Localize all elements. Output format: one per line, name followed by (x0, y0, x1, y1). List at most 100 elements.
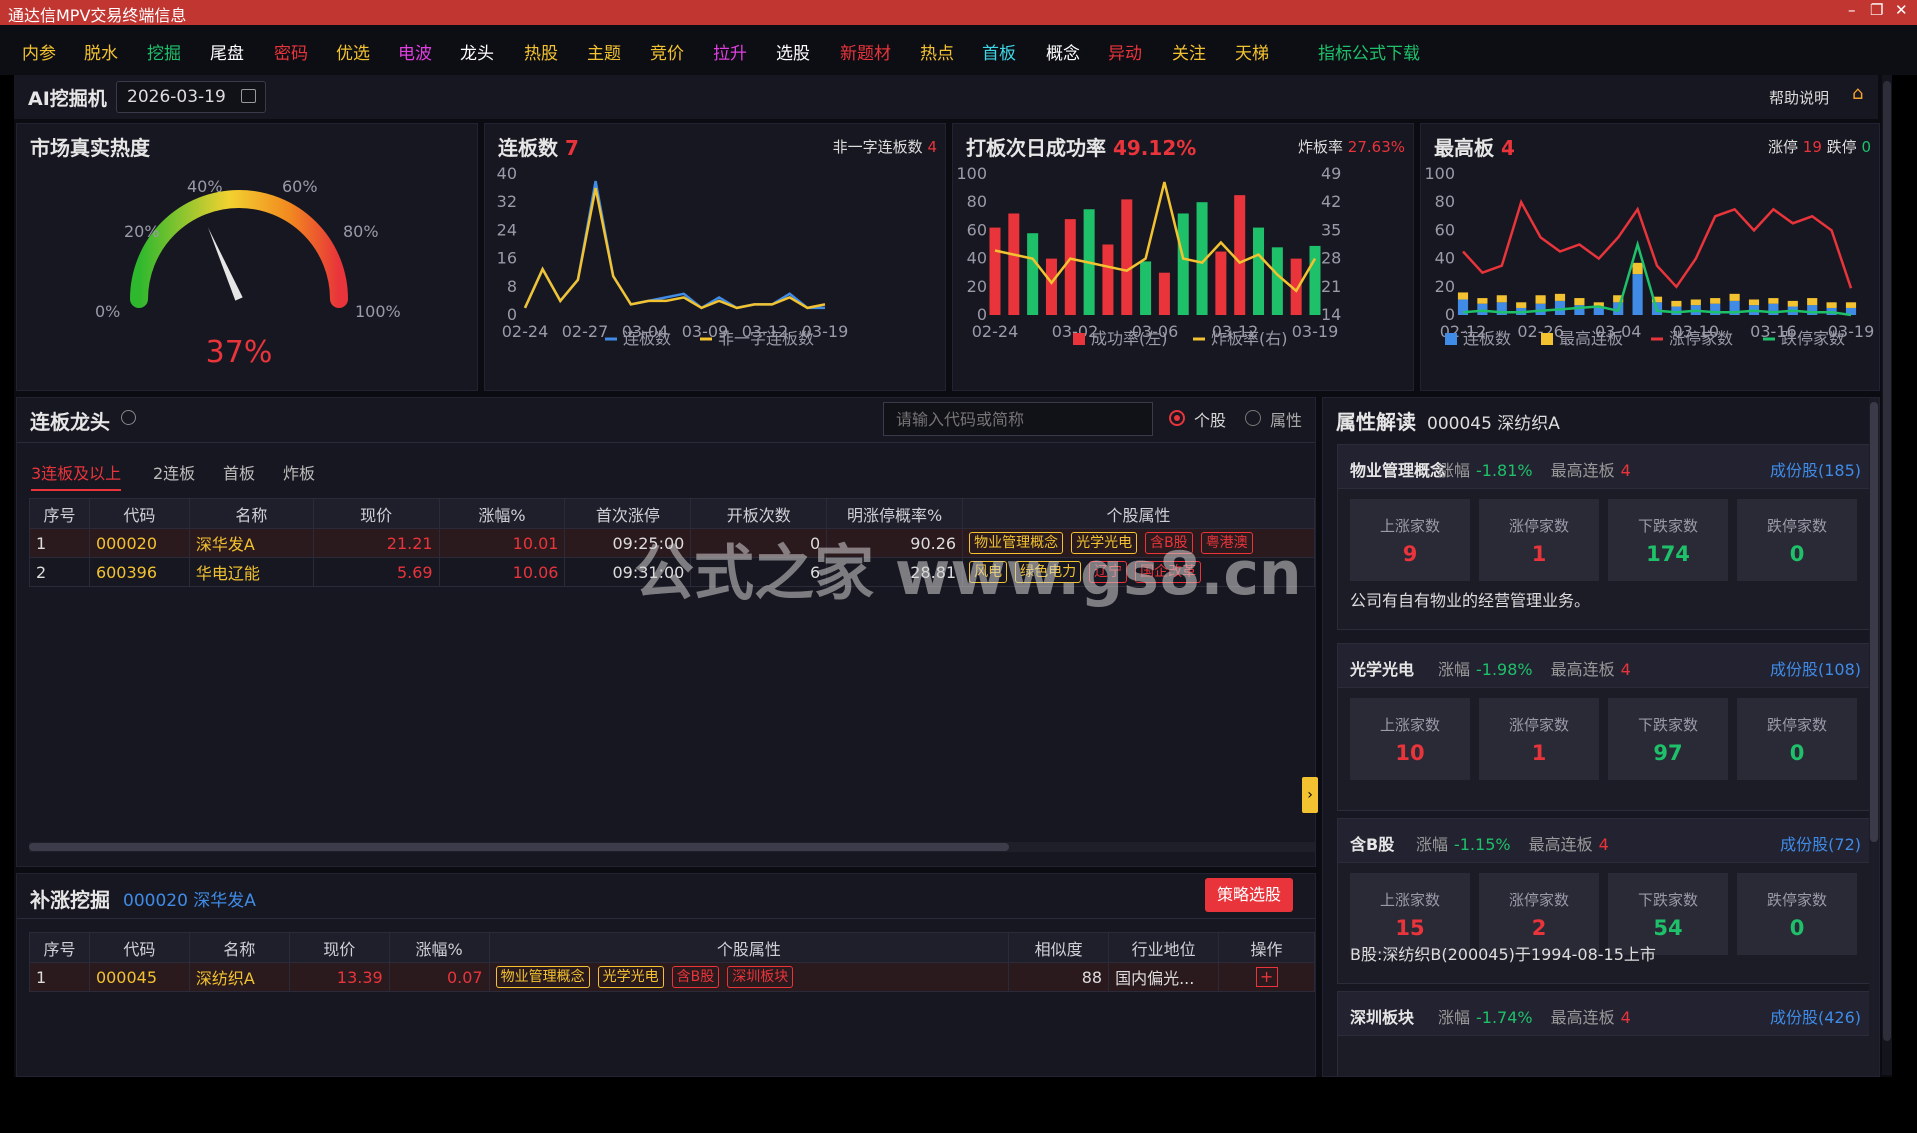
col-header[interactable]: 现价 (288, 932, 390, 963)
menu-item-18[interactable]: 关注 (1172, 39, 1206, 64)
col-header[interactable]: 代码 (88, 932, 190, 963)
stat-box-zt: 涨停家数 1 (1479, 499, 1599, 581)
menu-item-10[interactable]: 竞价 (650, 39, 684, 64)
search-input[interactable] (883, 402, 1153, 436)
bar-success (1234, 195, 1246, 315)
tab-3lianban[interactable]: 3连板及以上 (31, 460, 122, 491)
divider (17, 442, 1315, 443)
members-link[interactable]: 成份股(426) (1770, 1004, 1861, 1028)
tab-shouban[interactable]: 首板 (223, 460, 255, 484)
menu-item-6[interactable]: 电波 (398, 39, 432, 64)
bar-success (1027, 233, 1039, 315)
menu-item-3[interactable]: 尾盘 (210, 39, 244, 64)
section-header: 光学光电 涨幅 -1.98% 最高连板 4 成份股(108) (1338, 644, 1873, 688)
y-tick-label: 40 (497, 164, 517, 183)
stat-box-up: 上涨家数 9 (1350, 499, 1470, 581)
menu-item-11[interactable]: 拉升 (713, 39, 747, 64)
menu-item-19[interactable]: 天梯 (1235, 39, 1269, 64)
menu-item-13[interactable]: 新题材 (840, 39, 891, 64)
col-header[interactable]: 明涨停概率% (826, 498, 964, 529)
bar-success (1271, 247, 1283, 315)
h-scrollbar-track[interactable] (29, 842, 1315, 852)
col-header[interactable]: 现价 (312, 498, 440, 529)
buzhang-table: 序号 代码 名称 现价 涨幅% 个股属性 相似度 行业地位 操作 1 000045 深纺织A 13.39… (29, 932, 1315, 992)
col-header[interactable]: 个股属性 (962, 498, 1315, 529)
menu-item-8[interactable]: 热股 (524, 39, 558, 64)
menu-item-20[interactable]: 指标公式下载 (1318, 39, 1420, 64)
menu-item-7[interactable]: 龙头 (460, 39, 494, 64)
menu-item-9[interactable]: 主题 (587, 39, 621, 64)
legend-label: 非一字连板数 (718, 329, 814, 348)
date-picker[interactable]: 2026-03-19 (116, 81, 266, 113)
h-scrollbar-thumb[interactable] (29, 843, 1009, 851)
col-header[interactable]: 开板次数 (690, 498, 828, 529)
main-scrollbar-thumb[interactable] (1883, 81, 1891, 1041)
radio-stock[interactable] (1169, 410, 1185, 426)
heat-value: 37% (206, 335, 273, 370)
y-tick-label: 40 (967, 249, 987, 268)
menu-item-0[interactable]: 内参 (22, 39, 56, 64)
members-link[interactable]: 成份股(72) (1780, 831, 1861, 855)
minimize-button[interactable]: – (1848, 1, 1856, 19)
tab-2lianban[interactable]: 2连板 (153, 460, 195, 484)
menu-item-4[interactable]: 密码 (274, 39, 308, 64)
radio-stock-label[interactable]: 个股 (1194, 407, 1226, 431)
col-header[interactable]: 涨幅% (438, 498, 566, 529)
main-scrollbar-track[interactable] (1882, 75, 1892, 1075)
highest-panel: 最高板 4 涨停 19 跌停 0 100 80 60 40 20 0 02-12 02-26 0… (1420, 123, 1880, 391)
col-header[interactable]: 操作 (1218, 932, 1315, 963)
attr-section: 深圳板块 涨幅 -1.74% 最高连板 4 成份股(426) (1337, 991, 1874, 1076)
col-header[interactable]: 代码 (88, 498, 190, 529)
concept-chg: 涨幅 -1.74% 最高连板 4 (1438, 1008, 1631, 1027)
help-link[interactable]: 帮助说明 (1769, 87, 1829, 108)
col-header[interactable]: 相似度 (1008, 932, 1110, 963)
series-line-zt (1462, 199, 1853, 289)
v-scrollbar-track[interactable] (1869, 398, 1879, 1076)
stat-label: 上涨家数 (1379, 716, 1440, 734)
table-row[interactable]: 1 000045 深纺织A 13.39 0.07 物业管理概念 光学光电 含B股 深圳板块 88 国… (29, 962, 1315, 992)
expand-arrow-icon[interactable]: › (1302, 777, 1318, 813)
menu-item-5[interactable]: 优选 (336, 39, 370, 64)
members-link[interactable]: 成份股(108) (1770, 656, 1861, 680)
close-button[interactable]: ✕ (1895, 1, 1908, 19)
y-tick-label: 60 (1435, 220, 1455, 239)
members-link[interactable]: 成份股(185) (1770, 457, 1861, 481)
watermark-text: 公式之家 www.gs8.cn (634, 539, 1302, 609)
title-bar: 通达信MPV交易终端信息 – ❐ ✕ (0, 0, 1917, 25)
col-header[interactable]: 首次涨停 (564, 498, 692, 529)
attribute-tag[interactable]: 光学光电 (597, 966, 664, 988)
menu-item-16[interactable]: 概念 (1046, 39, 1080, 64)
strategy-button[interactable]: 策略选股 (1205, 878, 1293, 912)
menu-item-1[interactable]: 脱水 (84, 39, 118, 64)
menu-item-15[interactable]: 首板 (982, 39, 1016, 64)
bar-success (1177, 213, 1189, 315)
info-icon[interactable] (121, 410, 136, 425)
tab-zhaban[interactable]: 炸板 (283, 460, 315, 484)
menu-item-17[interactable]: 异动 (1108, 39, 1142, 64)
stat-value: 97 (1653, 741, 1683, 765)
col-header[interactable]: 个股属性 (488, 932, 1010, 963)
menu-item-2[interactable]: 挖掘 (147, 39, 181, 64)
col-header[interactable]: 名称 (188, 498, 314, 529)
attribute-tag[interactable]: 物业管理概念 (495, 966, 590, 988)
col-header[interactable]: 序号 (29, 498, 90, 529)
restore-button[interactable]: ❐ (1870, 1, 1883, 19)
col-header[interactable]: 涨幅% (388, 932, 490, 963)
menu-item-12[interactable]: 选股 (776, 39, 810, 64)
v-scrollbar-thumb[interactable] (1870, 402, 1878, 842)
col-header[interactable]: 行业地位 (1108, 932, 1220, 963)
radio-attr-label[interactable]: 属性 (1270, 407, 1302, 431)
add-button[interactable]: + (1255, 967, 1278, 987)
y-tick-label: 20 (967, 277, 987, 296)
success-chart: 10080604020049423528211402-24 03-02 03-06 0… (956, 164, 1341, 348)
menu-item-14[interactable]: 热点 (920, 39, 954, 64)
stat-box-down: 下跌家数 174 (1608, 499, 1728, 581)
radio-attr[interactable] (1245, 410, 1261, 426)
attribute-tag[interactable]: 含B股 (671, 966, 720, 988)
col-header[interactable]: 序号 (29, 932, 90, 963)
y-tick-label: 16 (497, 249, 517, 268)
attribute-tag[interactable]: 深圳板块 (727, 966, 794, 988)
bookmark-icon[interactable]: ⌂ (1852, 83, 1863, 104)
col-header[interactable]: 名称 (188, 932, 290, 963)
bar-highest (1457, 292, 1469, 300)
